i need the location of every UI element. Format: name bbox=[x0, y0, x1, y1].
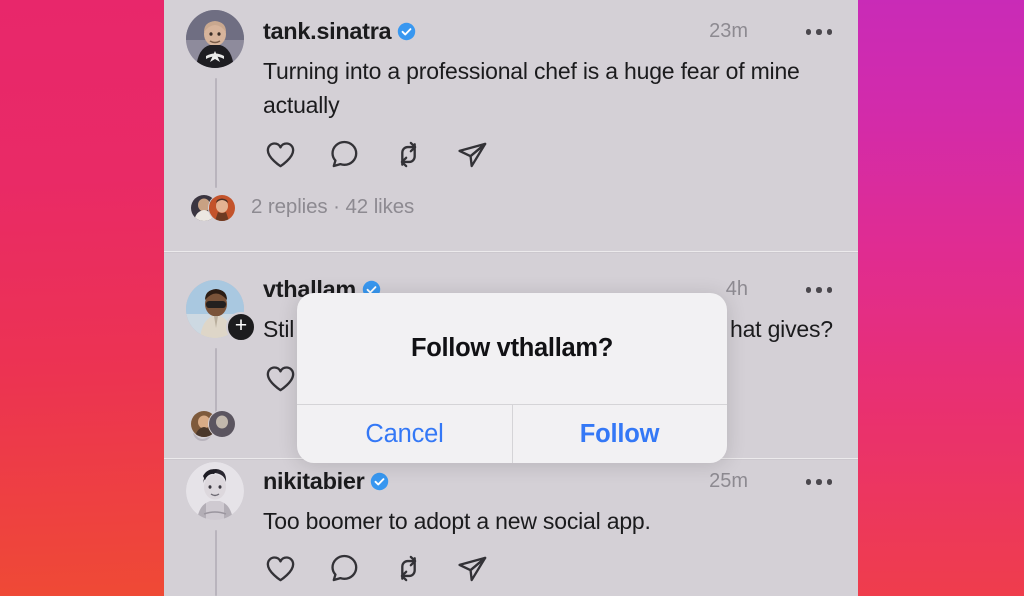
dot bbox=[816, 287, 822, 293]
dot bbox=[826, 287, 832, 293]
dot bbox=[826, 29, 832, 35]
share-icon[interactable] bbox=[456, 552, 489, 590]
reply-avatar bbox=[208, 410, 236, 438]
like-icon[interactable] bbox=[264, 552, 297, 590]
dot bbox=[805, 287, 811, 293]
cancel-button[interactable]: Cancel bbox=[297, 405, 512, 463]
post-timestamp: 25m bbox=[709, 470, 748, 492]
post-timestamp: 4h bbox=[725, 278, 748, 300]
thread-rail bbox=[215, 78, 217, 188]
post-action-bar bbox=[264, 362, 297, 400]
post-more-options-button[interactable] bbox=[805, 29, 832, 35]
avatar-image bbox=[186, 462, 244, 520]
post-body: Turning into a professional chef is a hu… bbox=[263, 58, 800, 118]
post-meta-row[interactable]: 2 replies · 42 likes bbox=[190, 194, 415, 222]
comment-icon[interactable] bbox=[328, 552, 361, 590]
repost-icon[interactable] bbox=[392, 552, 425, 590]
post-action-bar bbox=[264, 552, 489, 590]
post-separator bbox=[164, 251, 858, 252]
username-text: tank.sinatra bbox=[263, 18, 392, 44]
post-meta-row[interactable] bbox=[190, 410, 251, 438]
dot bbox=[816, 479, 822, 485]
follow-badge-icon[interactable]: + bbox=[226, 312, 256, 342]
background-gradient-right bbox=[856, 0, 1024, 596]
background-gradient-left bbox=[0, 0, 166, 596]
username-text: nikitabier bbox=[263, 468, 365, 494]
verified-badge-icon bbox=[397, 20, 416, 47]
dot bbox=[805, 29, 811, 35]
post-body: Too boomer to adopt a new social app. bbox=[263, 508, 651, 534]
post-meta-text: 2 replies · 42 likes bbox=[251, 195, 415, 218]
dot bbox=[816, 29, 822, 35]
follow-button[interactable]: Follow bbox=[512, 405, 727, 463]
post-username[interactable]: nikitabier bbox=[263, 468, 389, 497]
post-more-options-button[interactable] bbox=[805, 287, 832, 293]
thread-rail bbox=[215, 530, 217, 596]
post-body-tail: hat gives? bbox=[730, 316, 833, 342]
comment-icon[interactable] bbox=[328, 138, 361, 176]
like-icon[interactable] bbox=[264, 138, 297, 176]
reply-avatar bbox=[208, 194, 236, 222]
reply-avatars bbox=[190, 194, 238, 222]
reply-avatars bbox=[190, 410, 238, 438]
screenshot-stage: tank.sinatra 23m Turning into a professi… bbox=[0, 0, 1024, 596]
like-icon[interactable] bbox=[264, 362, 297, 400]
follow-confirmation-dialog: Follow vthallam? Cancel Follow bbox=[297, 293, 727, 463]
post-action-bar bbox=[264, 138, 489, 176]
dot bbox=[826, 479, 832, 485]
share-icon[interactable] bbox=[456, 138, 489, 176]
repost-icon[interactable] bbox=[392, 138, 425, 176]
plus-glyph: + bbox=[234, 314, 248, 337]
post-timestamp: 23m bbox=[709, 20, 748, 42]
avatar-image bbox=[186, 10, 244, 68]
dot bbox=[805, 479, 811, 485]
avatar[interactable] bbox=[186, 462, 244, 520]
avatar[interactable] bbox=[186, 10, 244, 68]
post-more-options-button[interactable] bbox=[805, 479, 832, 485]
dialog-title: Follow vthallam? bbox=[410, 334, 614, 362]
verified-badge-icon bbox=[370, 470, 389, 497]
post-username[interactable]: tank.sinatra bbox=[263, 18, 416, 47]
